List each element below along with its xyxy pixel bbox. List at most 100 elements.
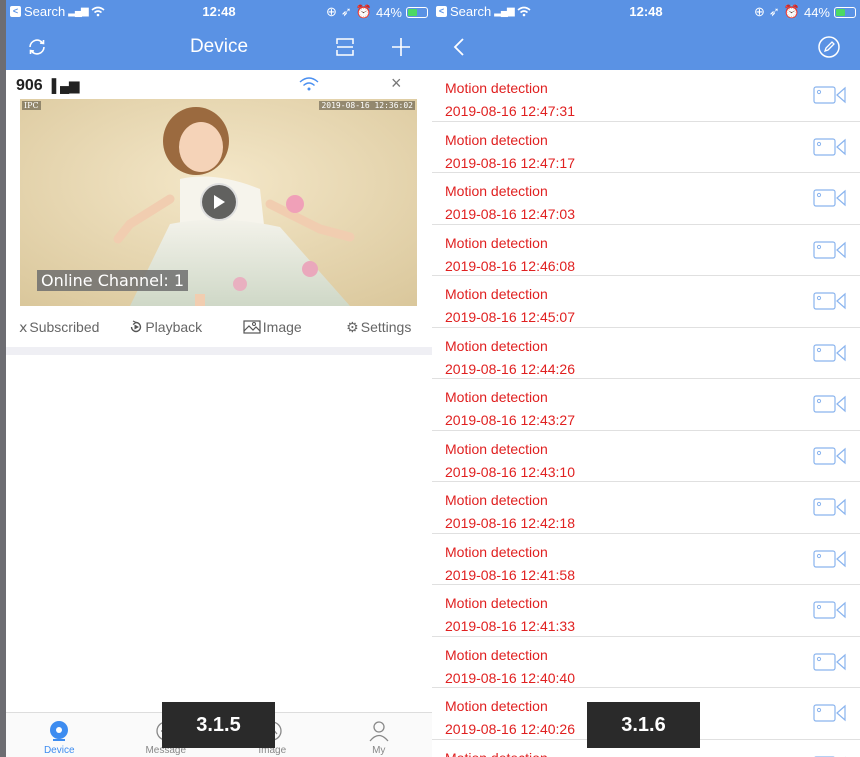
event-time: 2019-08-16 12:47:31 [445, 103, 575, 119]
event-type: Motion detection [445, 698, 548, 714]
video-camera-icon[interactable] [813, 85, 847, 105]
event-row[interactable]: Motion detection 2019-08-16 12:41:58 [432, 534, 860, 585]
event-type: Motion detection [445, 543, 548, 560]
event-time: 2019-08-16 12:47:03 [445, 206, 575, 222]
event-type: Motion detection [445, 234, 548, 251]
device-actions: ⅹ Subscribed Playback Image ⚙ Settings [6, 317, 432, 337]
event-time: 2019-08-16 12:43:10 [445, 463, 575, 480]
close-icon[interactable]: × [391, 73, 402, 94]
edit-icon[interactable] [816, 34, 842, 60]
navigation-arrow-icon: ➶ [340, 4, 352, 19]
ipc-label: IPC [22, 101, 41, 110]
event-time: 2019-08-16 12:41:33 [445, 618, 575, 634]
video-camera-icon[interactable] [813, 137, 847, 157]
event-row[interactable]: Motion detection 2019-08-16 12:45:07 [432, 276, 860, 328]
tab-device[interactable]: Device [6, 713, 113, 757]
event-row[interactable]: Motion detection 2019-08-16 12:43:27 [432, 379, 860, 431]
add-device-icon[interactable] [388, 34, 414, 60]
playback-icon [131, 320, 142, 333]
event-time: 2019-08-16 12:43:27 [445, 412, 575, 428]
event-row[interactable]: Motion detection 2019-08-16 12:47:31 [432, 70, 860, 122]
event-row[interactable]: Motion detection 2019-08-16 12:42:18 [432, 482, 860, 534]
video-preview[interactable]: IPC 2019-08-16 12:36:02 Online Channel: … [20, 99, 417, 306]
video-camera-icon[interactable] [813, 240, 847, 260]
event-type: Motion detection [445, 750, 548, 757]
event-type: Motion detection [445, 492, 548, 508]
device-screen: < Search ▂▄▆ 12:48 ⊕ ➶ ⏰ 44% Device 906 … [6, 0, 432, 757]
status-bar: < Search ▂▄▆ 12:48 ⊕ ➶ ⏰ 44% [6, 0, 432, 24]
tab-device-label: Device [43, 745, 75, 756]
event-row[interactable]: Motion detection 2019-08-16 12:43:10 [432, 431, 860, 482]
event-type: Motion detection [445, 389, 548, 405]
event-row[interactable]: Motion detection 2019-08-16 12:47:03 [432, 173, 860, 225]
video-camera-icon[interactable] [813, 497, 847, 517]
settings-icon: ⚙ [346, 318, 359, 335]
figure-label-left: 3.1.5 [162, 702, 275, 748]
subscribed-label: Subscribed [29, 319, 100, 335]
tab-my-label: My [372, 745, 386, 756]
alarm-icon-right: ⏰ [783, 4, 800, 19]
device-card[interactable]: 906 ▐ ▄▆ × IPC 2019-08-16 12:36:02 Onlin… [6, 70, 432, 355]
event-time: 2019-08-16 12:40:26 [445, 721, 575, 737]
event-row[interactable]: Motion detection 2019-08-16 12:40:40 [432, 637, 860, 688]
event-row[interactable]: Motion detection 2019-08-16 12:47:17 [432, 122, 860, 173]
event-list: Motion detection 2019-08-16 12:47:31 Motio… [432, 70, 860, 757]
tab-my[interactable]: My [326, 713, 433, 757]
status-bar-right: < Search ▂▄▆ 12:48 ⊕ ➶ ⏰ 44% [432, 0, 860, 24]
video-camera-icon[interactable] [813, 549, 847, 569]
settings-button[interactable]: ⚙ Settings [326, 317, 433, 337]
event-time: 2019-08-16 12:45:07 [445, 309, 575, 325]
device-signal-icon: ▐ ▄▆ [47, 78, 80, 93]
event-time: 2019-08-16 12:46:08 [445, 257, 575, 274]
video-camera-icon[interactable] [813, 446, 847, 466]
device-name-text: 906 [16, 77, 43, 94]
video-camera-icon[interactable] [813, 600, 847, 620]
event-time: 2019-08-16 12:41:58 [445, 566, 575, 583]
battery-percent-right: 44% [803, 4, 830, 20]
device-name: 906 ▐ ▄▆ [16, 77, 79, 95]
video-camera-icon[interactable] [813, 703, 847, 723]
playback-label: Playback [145, 319, 203, 335]
video-camera-icon[interactable] [813, 652, 847, 672]
event-row[interactable]: Motion detection 2019-08-16 12:44:26 [432, 328, 860, 379]
event-type: Motion detection [445, 131, 548, 148]
event-type: Motion detection [445, 286, 548, 302]
play-button[interactable] [200, 183, 238, 221]
event-type: Motion detection [445, 646, 548, 663]
scan-icon[interactable] [332, 34, 358, 60]
person-icon [369, 721, 389, 742]
rss-icon: ⅹ [19, 318, 28, 335]
nav-bar: Device [6, 24, 432, 70]
event-time: 2019-08-16 12:44:26 [445, 360, 575, 377]
navigation-arrow-icon-right: ➶ [768, 4, 780, 19]
battery-percent: 44% [375, 4, 402, 20]
figure-label-right: 3.1.6 [587, 702, 700, 748]
video-camera-icon[interactable] [813, 394, 847, 414]
video-camera-icon[interactable] [813, 188, 847, 208]
location-icon: ⊕ [325, 4, 337, 19]
battery-level-right [836, 8, 845, 16]
video-camera-icon[interactable] [813, 291, 847, 311]
battery-level [408, 8, 417, 16]
event-row[interactable]: Motion detection 2019-08-16 12:46:08 [432, 225, 860, 276]
event-type: Motion detection [445, 80, 548, 96]
nav-bar-right [432, 24, 860, 70]
event-type: Motion detection [445, 595, 548, 611]
location-icon-right: ⊕ [753, 4, 765, 19]
settings-label: Settings [360, 319, 412, 335]
battery-icon [406, 6, 428, 18]
event-type: Motion detection [445, 337, 548, 354]
event-time: 2019-08-16 12:40:40 [445, 669, 575, 686]
device-icon [50, 721, 69, 741]
image-button[interactable]: Image [219, 317, 326, 337]
wifi-signal-icon [298, 76, 320, 97]
back-icon[interactable] [446, 34, 472, 60]
playback-button[interactable]: Playback [113, 317, 220, 337]
image-label: Image [262, 319, 302, 335]
video-camera-icon[interactable] [813, 343, 847, 363]
event-time: 2019-08-16 12:47:17 [445, 154, 575, 171]
event-row[interactable]: Motion detection 2019-08-16 12:41:33 [432, 585, 860, 637]
subscribed-button[interactable]: ⅹ Subscribed [6, 317, 113, 337]
event-type: Motion detection [445, 440, 548, 457]
event-time: 2019-08-16 12:42:18 [445, 515, 575, 531]
